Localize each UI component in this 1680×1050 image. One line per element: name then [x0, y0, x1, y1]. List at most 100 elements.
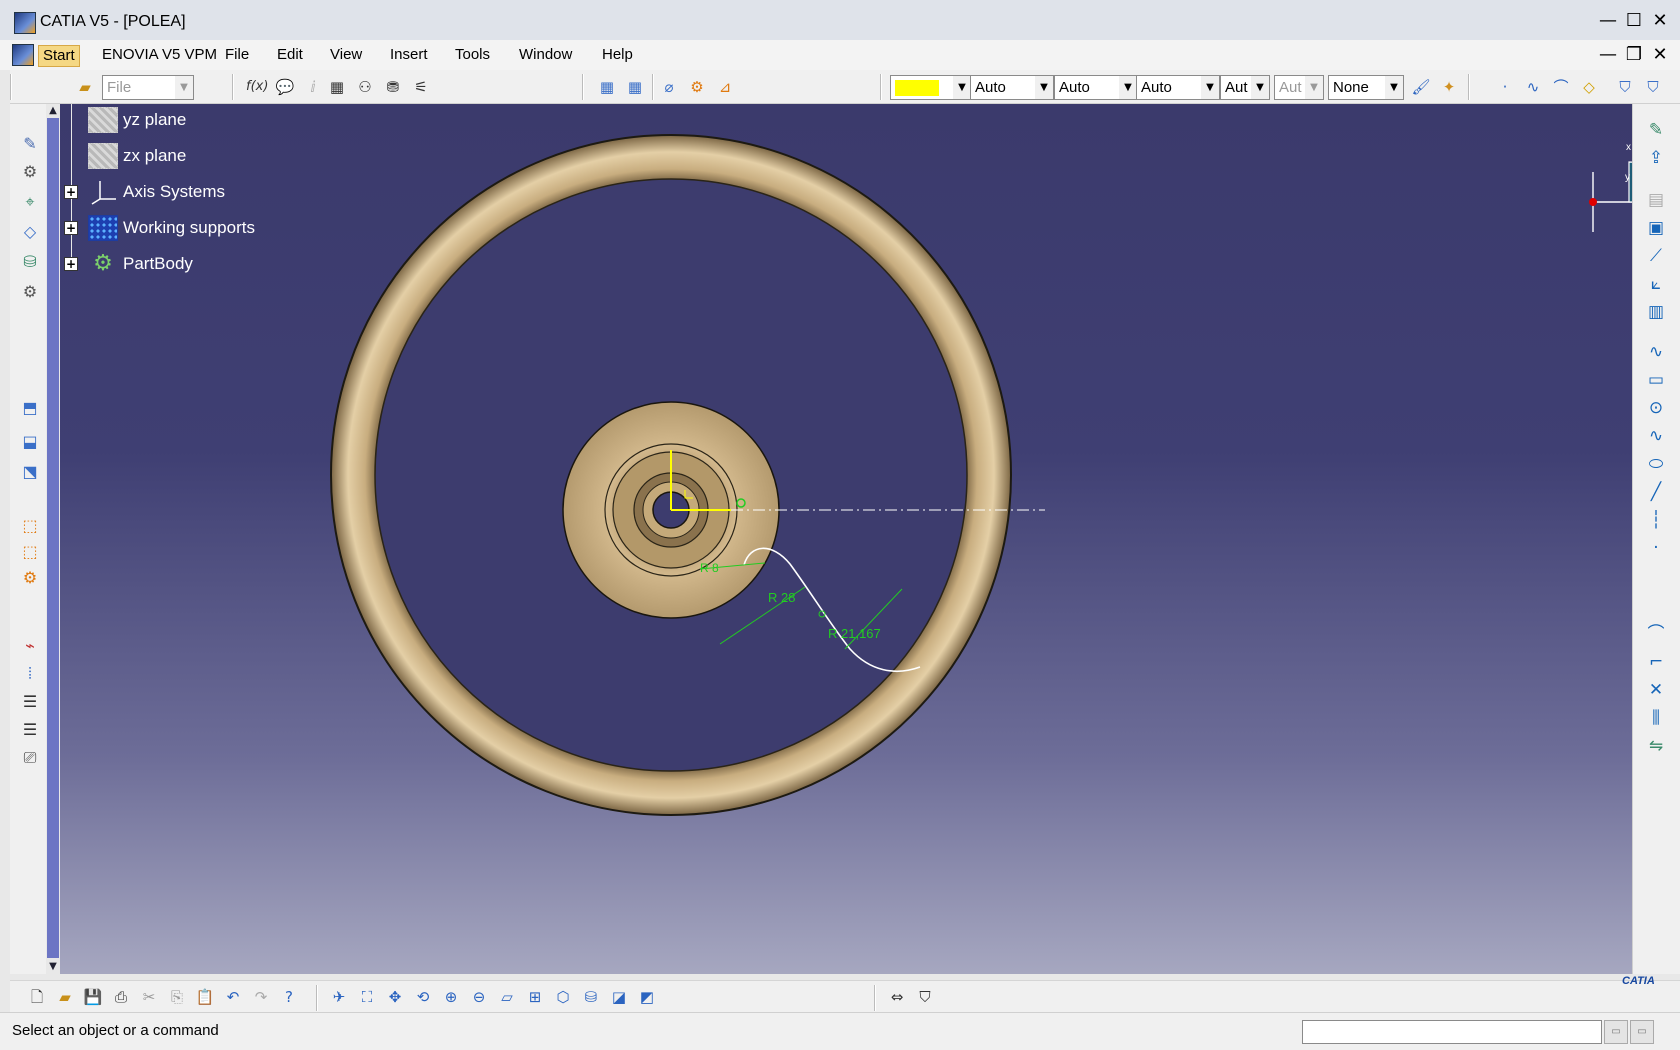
menu-window[interactable]: Window	[515, 45, 576, 67]
table-icon[interactable]: ▦	[326, 76, 348, 98]
shaft-icon[interactable]: ⬔	[18, 460, 42, 484]
list-icon[interactable]: ☰	[18, 690, 42, 714]
pocket-icon[interactable]: ⬓	[18, 430, 42, 454]
dimension-small-radius[interactable]: R 8	[700, 561, 719, 575]
axis-line-icon[interactable]: ┆	[1643, 508, 1669, 532]
spline-icon[interactable]: ∿	[1643, 424, 1669, 448]
pan-icon[interactable]: ✥	[384, 986, 406, 1008]
rectangle-icon[interactable]: ▭	[1643, 368, 1669, 392]
line-icon[interactable]: ╱	[1643, 480, 1669, 504]
whats-this-icon[interactable]: ?	[278, 986, 300, 1008]
rotate-icon[interactable]: ⟲	[412, 986, 434, 1008]
save-icon[interactable]: 💾	[82, 986, 104, 1008]
command-clear-button[interactable]: ▭	[1630, 1020, 1654, 1044]
sketch-analysis-icon[interactable]: ⛉	[1614, 76, 1636, 98]
fit-all-icon[interactable]: ⛶	[356, 986, 378, 1008]
offset-icon[interactable]: ⟋	[1643, 244, 1669, 268]
dimension-r21[interactable]: R 21,167	[828, 626, 881, 641]
grid-icon[interactable]: ▦	[596, 76, 618, 98]
corner-icon[interactable]: ⌒	[1643, 622, 1669, 646]
part-geometry[interactable]	[60, 104, 1632, 974]
hierarchy-icon[interactable]: ⚇	[354, 76, 376, 98]
menu-insert[interactable]: Insert	[386, 45, 432, 67]
trim-icon[interactable]: ✕	[1643, 678, 1669, 702]
menu-enovia[interactable]: ENOVIA V5 VPM	[98, 45, 221, 67]
positioned-sketch-icon[interactable]: ⌖	[18, 190, 42, 214]
snap-grid-icon[interactable]: ▦	[624, 76, 646, 98]
document-icon[interactable]	[12, 44, 34, 66]
file-combo[interactable]: File ▼	[102, 75, 194, 100]
open-folder-icon[interactable]: ▰	[74, 76, 96, 98]
zoom-out-icon[interactable]: ⊖	[468, 986, 490, 1008]
mirror-icon[interactable]: ⫼	[1643, 706, 1669, 730]
sketcher-icon[interactable]: ✎	[1643, 118, 1669, 142]
fly-mode-icon[interactable]: ✈	[328, 986, 350, 1008]
redo-icon[interactable]: ↷	[250, 986, 272, 1008]
cut-icon[interactable]: ✂	[138, 986, 160, 1008]
print-icon[interactable]: ⎙	[110, 986, 132, 1008]
scroll-down-arrow[interactable]: ▼	[46, 960, 60, 974]
dimension-r28[interactable]: R 28	[768, 590, 795, 605]
linetype-combo[interactable]: Auto ▼	[1054, 75, 1138, 100]
expand-icon[interactable]: +	[64, 257, 78, 271]
swap-visible-space-icon[interactable]: ◩	[636, 986, 658, 1008]
color-combo[interactable]: ▼	[890, 75, 972, 100]
point-icon[interactable]: ·	[1643, 536, 1669, 560]
close-button[interactable]: ✕	[1646, 10, 1674, 32]
pad-icon[interactable]: ⬒	[18, 396, 42, 420]
formula-icon[interactable]: f(x)	[246, 76, 268, 98]
profile-icon[interactable]: ◇	[1578, 76, 1600, 98]
paste-icon[interactable]: 📋	[194, 986, 216, 1008]
exit-sketch-icon[interactable]: ⇪	[1643, 146, 1669, 170]
parameters-icon[interactable]: ⚟	[410, 76, 432, 98]
knowledge-icon[interactable]: ⅈ	[302, 76, 324, 98]
point-style-combo[interactable]: Aut ▼	[1220, 75, 1270, 100]
new-icon[interactable]: 🗋	[26, 986, 48, 1008]
gears-icon[interactable]: ⚙	[18, 280, 42, 304]
maximize-button[interactable]: ☐	[1620, 10, 1648, 32]
operation-icon[interactable]: ▣	[1643, 216, 1669, 240]
analysis-icon[interactable]: ⎚	[18, 746, 42, 770]
measure-between-icon[interactable]: ⇔	[886, 986, 908, 1008]
menu-view[interactable]: View	[326, 45, 366, 67]
menu-file[interactable]: File	[221, 45, 253, 67]
sketch-icon[interactable]: ✎	[18, 132, 42, 156]
scroll-up-arrow[interactable]: ▲	[46, 104, 60, 118]
doc-close-button[interactable]: ✕	[1646, 44, 1674, 66]
tree-list-icon[interactable]: ☰	[18, 718, 42, 742]
publish-icon[interactable]: ⛁	[18, 250, 42, 274]
menu-edit[interactable]: Edit	[273, 45, 307, 67]
conic-icon[interactable]: ⌒	[1550, 76, 1572, 98]
layer-combo[interactable]: None ▼	[1328, 75, 1404, 100]
command-input[interactable]	[1302, 1020, 1602, 1044]
undo-icon[interactable]: ↶	[222, 986, 244, 1008]
fillet-icon[interactable]: ⌁	[18, 634, 42, 658]
menu-help[interactable]: Help	[598, 45, 637, 67]
spline-icon[interactable]: ∿	[1522, 76, 1544, 98]
copy-icon[interactable]: ⎘	[166, 986, 188, 1008]
dimensional-constraints-icon[interactable]: ⊿	[714, 76, 736, 98]
geometric-constraints-icon[interactable]: ⚙	[686, 76, 708, 98]
painter-icon[interactable]: 🖌	[1410, 76, 1432, 98]
cut-part-icon[interactable]: ▤	[1643, 188, 1669, 212]
3d-viewport[interactable]: R 8 R 28 R 21,167 x y z x z yz plane zx …	[60, 104, 1632, 974]
catia-app-icon[interactable]	[14, 12, 36, 34]
command-history-button[interactable]: ▭	[1604, 1020, 1628, 1044]
chamfer-icon[interactable]: ⦙	[18, 662, 42, 686]
tree-scrollbar[interactable]: ▲ ▼	[46, 104, 60, 974]
multi-view-icon[interactable]: ⊞	[524, 986, 546, 1008]
rib-icon[interactable]: ⬚	[18, 540, 42, 564]
thickness-combo[interactable]: Auto ▼	[1136, 75, 1220, 100]
intersect-icon[interactable]: ▥	[1643, 300, 1669, 324]
open-icon[interactable]: ▰	[54, 986, 76, 1008]
project-icon[interactable]: ⟀	[1643, 272, 1669, 296]
doc-restore-button[interactable]: ❐	[1620, 44, 1648, 66]
menu-start[interactable]: Start	[38, 45, 80, 67]
chamfer-sketch-icon[interactable]: ⌐	[1643, 650, 1669, 674]
iso-view-icon[interactable]: ⬡	[552, 986, 574, 1008]
point-icon[interactable]: ·	[1494, 76, 1516, 98]
zoom-in-icon[interactable]: ⊕	[440, 986, 462, 1008]
render-style-icon[interactable]: ⛁	[580, 986, 602, 1008]
construction-icon[interactable]: ⌀	[658, 76, 680, 98]
scroll-thumb[interactable]	[47, 118, 59, 958]
